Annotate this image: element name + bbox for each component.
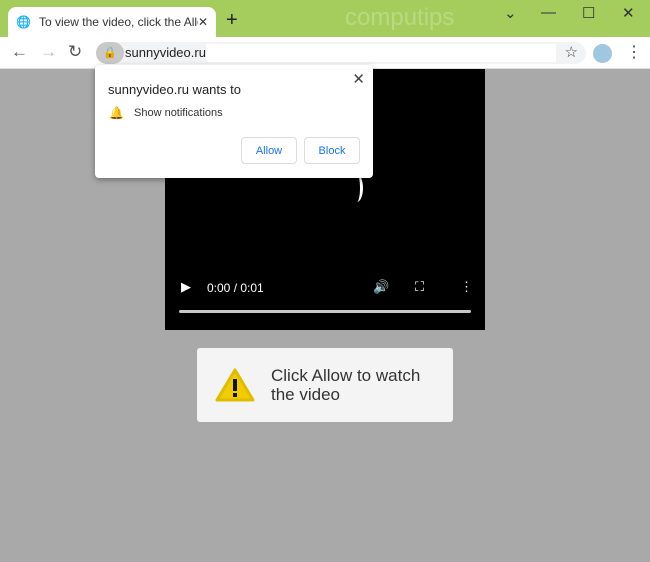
reload-button[interactable]: ↻ xyxy=(68,42,82,62)
fullscreen-icon[interactable]: ⛶ xyxy=(415,279,424,295)
video-progress-bar[interactable] xyxy=(179,310,471,313)
play-icon[interactable]: ▶ xyxy=(181,279,191,295)
popup-close-icon[interactable]: ✕ xyxy=(352,70,365,88)
menu-icon[interactable]: ⋮ xyxy=(626,42,642,62)
permission-text: Show notifications xyxy=(134,107,223,119)
bookmark-star-icon[interactable]: ☆ xyxy=(565,43,578,61)
notification-permission-popup: sunnyvideo.ru wants to ✕ 🔔 Show notifica… xyxy=(95,65,373,178)
video-time: 0:00 / 0:01 xyxy=(207,281,264,295)
tab-close-icon[interactable]: ✕ xyxy=(198,15,208,29)
forward-button[interactable]: → xyxy=(40,42,57,62)
close-window-button[interactable]: ✕ xyxy=(622,4,635,22)
address-bar[interactable]: 🔒 sunnyvideo.ru/ ☆ xyxy=(96,42,586,64)
maximize-button[interactable]: ☐ xyxy=(582,4,595,22)
warning-icon xyxy=(215,368,255,402)
browser-tab[interactable]: 🌐 To view the video, click the Allow ✕ xyxy=(8,7,216,37)
watermark: computips xyxy=(345,4,455,31)
minimize-button[interactable]: — xyxy=(541,4,556,21)
lock-icon[interactable]: 🔒 xyxy=(96,42,124,64)
title-bar: 🌐 To view the video, click the Allow ✕ +… xyxy=(0,0,650,37)
url-selection xyxy=(206,44,556,62)
message-box: Click Allow to watch the video xyxy=(197,348,453,422)
new-tab-button[interactable]: + xyxy=(226,9,238,32)
message-text: Click Allow to watch the video xyxy=(271,366,421,404)
tab-title: To view the video, click the Allow xyxy=(38,15,198,29)
bell-icon: 🔔 xyxy=(109,106,124,120)
allow-button[interactable]: Allow xyxy=(241,137,297,164)
url-text: sunnyvideo.ru/ xyxy=(125,45,210,60)
profile-avatar[interactable] xyxy=(593,44,612,63)
volume-icon[interactable]: 🔊 xyxy=(373,279,389,295)
block-button[interactable]: Block xyxy=(304,137,360,164)
back-button[interactable]: ← xyxy=(11,42,28,62)
popup-title: sunnyvideo.ru wants to xyxy=(108,82,241,97)
globe-icon: 🌐 xyxy=(16,15,31,29)
tab-search-button[interactable]: ⌄ xyxy=(504,4,517,22)
more-options-icon[interactable]: ⋮ xyxy=(460,279,473,295)
loading-spinner xyxy=(351,174,363,202)
